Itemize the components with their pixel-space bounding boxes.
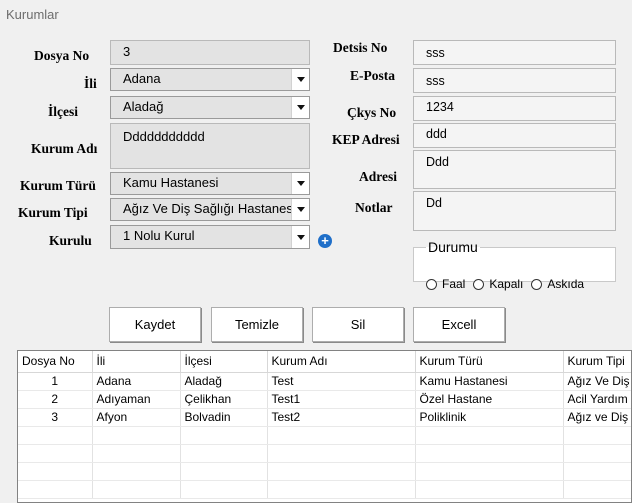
adresi-field[interactable]: Ddd — [413, 150, 616, 189]
durumu-radio-kapali[interactable]: Kapalı — [473, 277, 523, 291]
table-cell: 3 — [18, 408, 93, 427]
notlar-field[interactable]: Dd — [413, 191, 616, 231]
e-posta-label: E-Posta — [350, 68, 395, 83]
durumu-radio-faal[interactable]: Faal — [426, 277, 465, 291]
column-header[interactable]: Kurum Türü — [415, 351, 564, 373]
table-cell: Çelikhan — [180, 390, 268, 409]
kurum-tipi-label: Kurum Tipi — [18, 205, 88, 220]
empty-row — [18, 444, 631, 463]
durumu-radio-askida[interactable]: Askıda — [531, 277, 584, 291]
column-header[interactable]: İlçesi — [180, 351, 268, 373]
dosya-no-field[interactable]: 3 — [110, 40, 310, 65]
detsis-no-label: Detsis No — [333, 40, 388, 55]
ili-select[interactable]: Adana — [110, 68, 310, 91]
kurulu-label: Kurulu — [49, 233, 92, 248]
sil-button[interactable]: Sil — [312, 307, 404, 342]
column-header[interactable]: Kurum Tipi — [563, 351, 631, 373]
durumu-legend: Durumu — [428, 239, 478, 255]
table-cell: Ağız ve Diş — [563, 408, 631, 427]
kaydet-button[interactable]: Kaydet — [109, 307, 201, 342]
kurum-turu-label: Kurum Türü — [20, 178, 96, 193]
radio-label: Kapalı — [489, 277, 524, 291]
kep-adresi-field[interactable]: ddd — [413, 123, 616, 148]
table-cell: Aladağ — [180, 372, 268, 391]
e-posta-field[interactable]: sss — [413, 68, 616, 93]
table-row[interactable]: 2 Adıyaman Çelikhan Test1 Özel Hastane A… — [18, 390, 631, 409]
column-header[interactable]: Dosya No — [18, 351, 93, 373]
kurum-adi-label: Kurum Adı — [31, 141, 98, 156]
notlar-label: Notlar — [355, 200, 393, 215]
empty-row — [18, 462, 631, 481]
ili-select-value: Adana — [123, 71, 161, 86]
table-cell: Test1 — [267, 390, 416, 409]
ckys-no-field[interactable]: 1234 — [413, 96, 616, 121]
table-cell: Test — [267, 372, 416, 391]
table-row[interactable]: 1 Adana Aladağ Test Kamu Hastanesi Ağız … — [18, 372, 631, 391]
kurum-turu-select[interactable]: Kamu Hastanesi — [110, 172, 310, 195]
table-cell: 2 — [18, 390, 93, 409]
adresi-label: Adresi — [359, 169, 398, 184]
radio-button-icon[interactable] — [531, 278, 543, 290]
chevron-down-icon[interactable] — [291, 199, 309, 220]
table-cell: Ağız Ve Diş — [563, 372, 631, 391]
dosya-no-label: Dosya No — [34, 48, 90, 63]
chevron-down-icon[interactable] — [291, 226, 309, 248]
table-cell: Özel Hastane — [415, 390, 564, 409]
add-kurul-button[interactable]: + — [318, 234, 332, 248]
table-cell: Adana — [92, 372, 181, 391]
ckys-no-label: Çkys No — [347, 105, 397, 120]
radio-label: Askıda — [547, 277, 585, 291]
detsis-no-field[interactable]: sss — [413, 40, 616, 65]
ilcesi-label: İlçesi — [48, 104, 78, 119]
ilcesi-select[interactable]: Aladağ — [110, 96, 310, 119]
table-row[interactable]: 3 Afyon Bolvadin Test2 Poliklinik Ağız v… — [18, 408, 631, 427]
table-cell: Poliklinik — [415, 408, 564, 427]
window-title: Kurumlar — [6, 7, 59, 22]
kurumlar-table[interactable]: Dosya No İli İlçesi Kurum Adı Kurum Türü… — [17, 350, 632, 503]
table-header-row: Dosya No İli İlçesi Kurum Adı Kurum Türü… — [18, 351, 631, 373]
table-cell: Acil Yardım — [563, 390, 631, 409]
column-header[interactable]: İli — [92, 351, 181, 373]
kurum-tipi-select[interactable]: Ağız Ve Diş Sağlığı Hastanesi — [110, 198, 310, 221]
kurulu-select[interactable]: 1 Nolu Kurul — [110, 225, 310, 249]
kurulu-select-value: 1 Nolu Kurul — [123, 228, 195, 243]
chevron-down-icon[interactable] — [291, 69, 309, 90]
table-cell: Test2 — [267, 408, 416, 427]
excell-button[interactable]: Excell — [413, 307, 505, 342]
durumu-group: Durumu Faal Kapalı Askıda — [413, 239, 616, 291]
ili-label: İli — [84, 76, 97, 91]
table-cell: Bolvadin — [180, 408, 268, 427]
radio-button-icon[interactable] — [426, 278, 437, 290]
radio-label: Faal — [442, 277, 466, 291]
table-cell: 1 — [18, 372, 93, 391]
empty-row — [18, 426, 631, 445]
kurum-turu-select-value: Kamu Hastanesi — [123, 175, 219, 190]
table-cell: Afyon — [92, 408, 181, 427]
radio-button-icon[interactable] — [473, 278, 485, 290]
chevron-down-icon[interactable] — [291, 97, 309, 118]
table-cell: Adıyaman — [92, 390, 181, 409]
ilcesi-select-value: Aladağ — [123, 99, 164, 114]
kurum-adi-field[interactable]: Ddddddddddd — [110, 123, 310, 169]
temizle-button[interactable]: Temizle — [211, 307, 303, 342]
kurum-tipi-select-value: Ağız Ve Diş Sağlığı Hastanesi — [123, 201, 296, 216]
chevron-down-icon[interactable] — [291, 173, 309, 194]
empty-row — [18, 480, 631, 499]
table-cell: Kamu Hastanesi — [415, 372, 564, 391]
kep-adresi-label: KEP Adresi — [332, 132, 400, 147]
column-header[interactable]: Kurum Adı — [267, 351, 416, 373]
